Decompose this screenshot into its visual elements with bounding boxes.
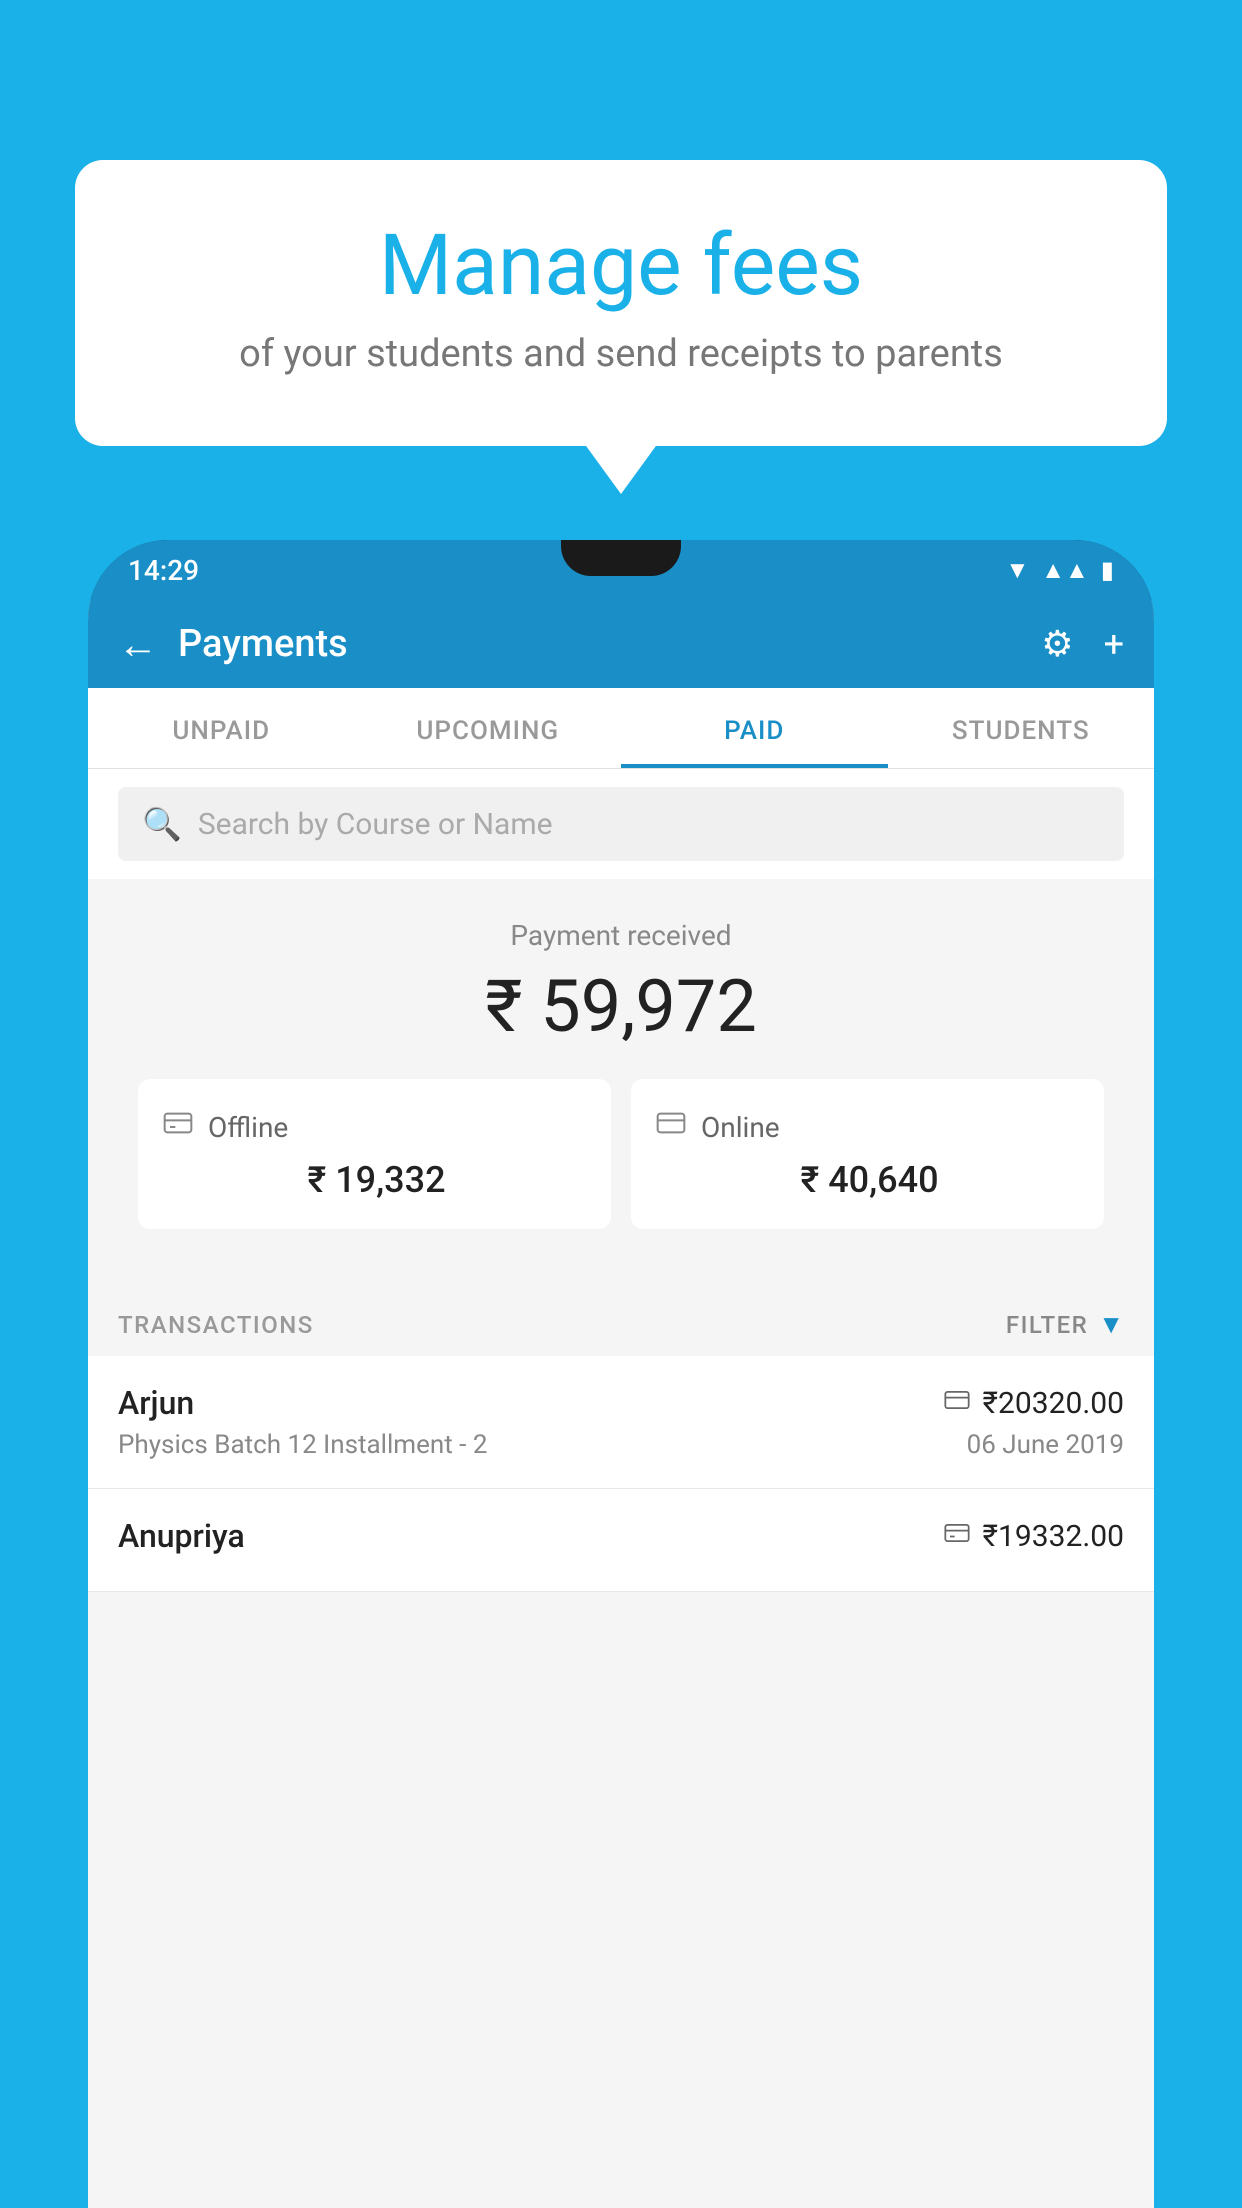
status-bar: 14:29 ▼ ▲▲ ▮ (88, 540, 1154, 600)
manage-fees-subtitle: of your students and send receipts to pa… (125, 332, 1117, 376)
transaction-item-anupriya: Anupriya ₹19332.00 (88, 1489, 1154, 1592)
offline-card: Offline ₹ 19,332 (138, 1079, 611, 1229)
filter-label: FILTER (1006, 1311, 1088, 1339)
wifi-icon: ▼ (1006, 556, 1030, 585)
status-icons: ▼ ▲▲ ▮ (1006, 556, 1115, 585)
transaction-date: 06 June 2019 (967, 1430, 1124, 1460)
tabs: UNPAID UPCOMING PAID STUDENTS (88, 688, 1154, 769)
offline-label: Offline (208, 1111, 288, 1144)
phone-frame: 14:29 ▼ ▲▲ ▮ ← Payments ⚙ + UNPAID UPCOM… (88, 540, 1154, 2208)
transaction-row2: Physics Batch 12 Installment - 2 06 June… (118, 1430, 1124, 1460)
tab-upcoming[interactable]: UPCOMING (355, 688, 622, 768)
search-input[interactable]: 🔍 Search by Course or Name (118, 787, 1124, 861)
tab-paid[interactable]: PAID (621, 688, 888, 768)
filter-button[interactable]: FILTER ▼ (1006, 1309, 1124, 1340)
transaction-course: Physics Batch 12 Installment - 2 (118, 1430, 487, 1460)
search-bar-container: 🔍 Search by Course or Name (88, 769, 1154, 879)
manage-fees-title: Manage fees (125, 220, 1117, 312)
transactions-header: TRANSACTIONS FILTER ▼ (88, 1289, 1154, 1356)
notch (561, 540, 681, 576)
offline-card-header: Offline (162, 1107, 587, 1147)
online-label: Online (701, 1111, 780, 1144)
app-bar-actions: ⚙ + (1041, 623, 1124, 665)
transaction-amount-row: ₹20320.00 (943, 1386, 1124, 1421)
app-title: Payments (178, 622, 1041, 666)
status-time: 14:29 (128, 554, 199, 587)
payment-summary: Payment received ₹ 59,972 Offline (88, 879, 1154, 1289)
offline-pay-icon (943, 1519, 971, 1554)
tab-unpaid[interactable]: UNPAID (88, 688, 355, 768)
app-bar: ← Payments ⚙ + (88, 600, 1154, 688)
transaction-amount-row-anupriya: ₹19332.00 (943, 1519, 1124, 1554)
offline-icon (162, 1107, 194, 1147)
settings-icon[interactable]: ⚙ (1041, 623, 1073, 665)
battery-icon: ▮ (1101, 556, 1114, 584)
transactions-label: TRANSACTIONS (118, 1311, 314, 1339)
transaction-amount: ₹20320.00 (983, 1386, 1124, 1421)
online-amount: ₹ 40,640 (655, 1159, 1080, 1201)
signal-icon: ▲▲ (1041, 556, 1089, 585)
offline-amount: ₹ 19,332 (162, 1159, 587, 1201)
online-card: Online ₹ 40,640 (631, 1079, 1104, 1229)
transaction-name: Arjun (118, 1384, 194, 1422)
transaction-amount-anupriya: ₹19332.00 (983, 1519, 1124, 1554)
back-button[interactable]: ← (118, 621, 158, 668)
transaction-name-anupriya: Anupriya (118, 1517, 245, 1555)
transaction-item-arjun: Arjun ₹20320.00 Physics Batch 12 Install… (88, 1356, 1154, 1489)
tab-students[interactable]: STUDENTS (888, 688, 1155, 768)
transaction-row1: Arjun ₹20320.00 (118, 1384, 1124, 1422)
transaction-row1-anupriya: Anupriya ₹19332.00 (118, 1517, 1124, 1555)
online-card-header: Online (655, 1107, 1080, 1147)
payment-cards: Offline ₹ 19,332 Online ₹ (118, 1079, 1124, 1259)
add-icon[interactable]: + (1104, 623, 1124, 665)
speech-bubble-container: Manage fees of your students and send re… (75, 160, 1167, 446)
transaction-list: Arjun ₹20320.00 Physics Batch 12 Install… (88, 1356, 1154, 1592)
speech-bubble: Manage fees of your students and send re… (75, 160, 1167, 446)
payment-total-amount: ₹ 59,972 (118, 964, 1124, 1049)
search-placeholder: Search by Course or Name (198, 807, 553, 842)
online-pay-icon (943, 1386, 971, 1421)
phone-inner: ← Payments ⚙ + UNPAID UPCOMING PAID STUD… (88, 600, 1154, 2208)
payment-received-label: Payment received (118, 919, 1124, 952)
filter-icon: ▼ (1098, 1309, 1124, 1340)
online-icon (655, 1107, 687, 1147)
search-icon: 🔍 (142, 805, 182, 843)
